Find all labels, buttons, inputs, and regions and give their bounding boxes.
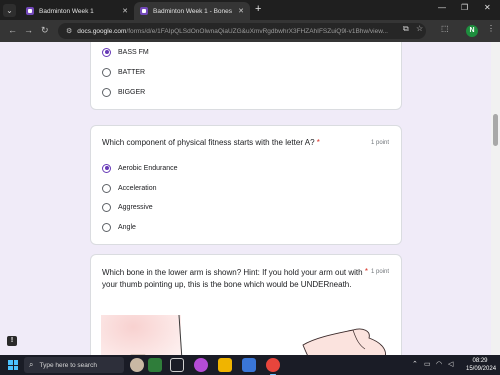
url-host: docs.google.com (77, 27, 127, 35)
menu-dots-icon[interactable]: ⋮ (487, 24, 495, 33)
clock-time: 08:29 (472, 358, 488, 364)
option-label: BASS FM (118, 48, 149, 56)
taskbar-search[interactable]: ⌕ Type here to search (24, 357, 124, 373)
feedback-icon[interactable]: ! (7, 336, 17, 346)
address-bar[interactable]: ⚙ docs.google.com/forms/d/e/1FAIpQLSdOnO… (58, 23, 426, 39)
option-aerobic-endurance[interactable]: Aerobic Endurance (102, 162, 178, 174)
site-info-icon[interactable]: ⚙ (66, 27, 72, 35)
question-text: Which component of physical fitness star… (102, 138, 315, 147)
reload-icon[interactable]: ↻ (41, 25, 49, 36)
page-scrollbar[interactable] (491, 42, 500, 355)
option-batter[interactable]: BATTER (102, 66, 145, 78)
clock-date: 15/09/2024 (466, 366, 497, 372)
windows-start-icon[interactable] (8, 360, 18, 370)
copilot-icon[interactable] (194, 358, 208, 372)
question-card-3: Which bone in the lower arm is shown? Hi… (90, 254, 402, 355)
radio-checked-icon[interactable] (102, 47, 111, 57)
tab-badminton-week-1[interactable]: Badminton Week 1 ✕ (20, 2, 134, 20)
store-icon[interactable] (242, 358, 256, 372)
back-icon[interactable]: ← (8, 25, 17, 35)
taskbar-clock[interactable]: 08:29 15/09/2024 (466, 357, 497, 373)
tray-chevron-icon[interactable]: ⌃ (412, 360, 418, 368)
option-label: Acceleration (118, 184, 157, 192)
radio-checked-icon[interactable] (102, 163, 111, 173)
question-text-line-2: your thumb pointing up, this is the bone… (102, 280, 352, 289)
option-label: Aerobic Endurance (118, 164, 178, 172)
task-view-icon[interactable] (170, 358, 184, 372)
required-asterisk: * (316, 138, 320, 147)
file-explorer-icon[interactable] (218, 358, 232, 372)
question-card-1: BASS FM BATTER BIGGER (90, 42, 402, 110)
browser-toolbar: ← → ↻ ⚙ docs.google.com/forms/d/e/1FAIpQ… (0, 20, 500, 42)
translate-icon[interactable]: ⧉ (403, 24, 409, 34)
radio-icon[interactable] (102, 183, 111, 193)
form-page: BASS FM BATTER BIGGER Which component of… (0, 42, 500, 355)
scrollbar-thumb[interactable] (493, 114, 498, 146)
tab-badminton-bones[interactable]: Badminton Week 1 - Bones in t ✕ (134, 2, 250, 20)
option-label: BATTER (118, 68, 146, 76)
extensions-icon[interactable]: ⬚ (441, 24, 449, 33)
arm-bones-image (101, 315, 386, 355)
close-icon[interactable]: ✕ (122, 7, 128, 15)
option-angle[interactable]: Angle (102, 221, 136, 233)
minimize-icon[interactable]: — (438, 3, 446, 12)
radio-icon[interactable] (102, 222, 111, 232)
avatar-app-icon[interactable] (130, 358, 144, 372)
new-tab-button[interactable]: + (255, 3, 261, 15)
forms-favicon-icon (140, 7, 148, 15)
app-icon[interactable] (148, 358, 162, 372)
question-text-line-1: Which bone in the lower arm is shown? Hi… (102, 268, 363, 277)
profile-avatar[interactable]: N (466, 25, 478, 37)
option-label: BIGGER (118, 88, 146, 96)
question-card-2: Which component of physical fitness star… (90, 125, 402, 245)
bookmark-star-icon[interactable]: ☆ (416, 24, 423, 33)
chrome-icon[interactable] (266, 358, 280, 375)
forward-icon[interactable]: → (24, 25, 33, 35)
url-path: /forms/d/e/1FAIpQLSdOnOlwnaQiaUZG&uXmvRg… (126, 27, 388, 35)
option-label: Aggressive (118, 203, 153, 211)
question-title: Which bone in the lower arm is shown? Hi… (102, 267, 364, 291)
option-bigger[interactable]: BIGGER (102, 86, 145, 98)
points-label: 1 point (370, 269, 389, 275)
close-icon[interactable]: ✕ (238, 7, 244, 15)
tab-strip: ⌄ Badminton Week 1 ✕ Badminton Week 1 - … (0, 0, 500, 20)
forms-favicon-icon (26, 7, 34, 15)
restore-icon[interactable]: ❐ (461, 3, 468, 12)
tab-title: Badminton Week 1 (39, 7, 94, 15)
radio-icon[interactable] (102, 67, 111, 77)
option-label: Angle (118, 223, 136, 231)
question-title: Which component of physical fitness star… (102, 137, 320, 149)
windows-taskbar: ⌕ Type here to search ⌃ ▭ ◠ ◁ 08:29 15/0… (0, 355, 500, 375)
arm-illustration (101, 315, 393, 355)
points-label: 1 point (370, 140, 389, 146)
option-bass-fm[interactable]: BASS FM (102, 46, 149, 58)
search-placeholder: Type here to search (39, 361, 97, 369)
radio-icon[interactable] (102, 87, 111, 97)
radio-icon[interactable] (102, 202, 111, 212)
wifi-icon[interactable]: ◠ (436, 360, 442, 368)
required-asterisk: * (364, 267, 368, 276)
close-window-icon[interactable]: ✕ (484, 3, 491, 12)
tab-search-button[interactable]: ⌄ (3, 4, 16, 17)
option-acceleration[interactable]: Acceleration (102, 182, 157, 194)
tab-title: Badminton Week 1 - Bones in t (153, 7, 235, 15)
volume-icon[interactable]: ◁ (448, 360, 453, 368)
option-aggressive[interactable]: Aggressive (102, 201, 153, 213)
network-icon[interactable]: ▭ (424, 360, 431, 368)
search-icon: ⌕ (29, 360, 34, 369)
